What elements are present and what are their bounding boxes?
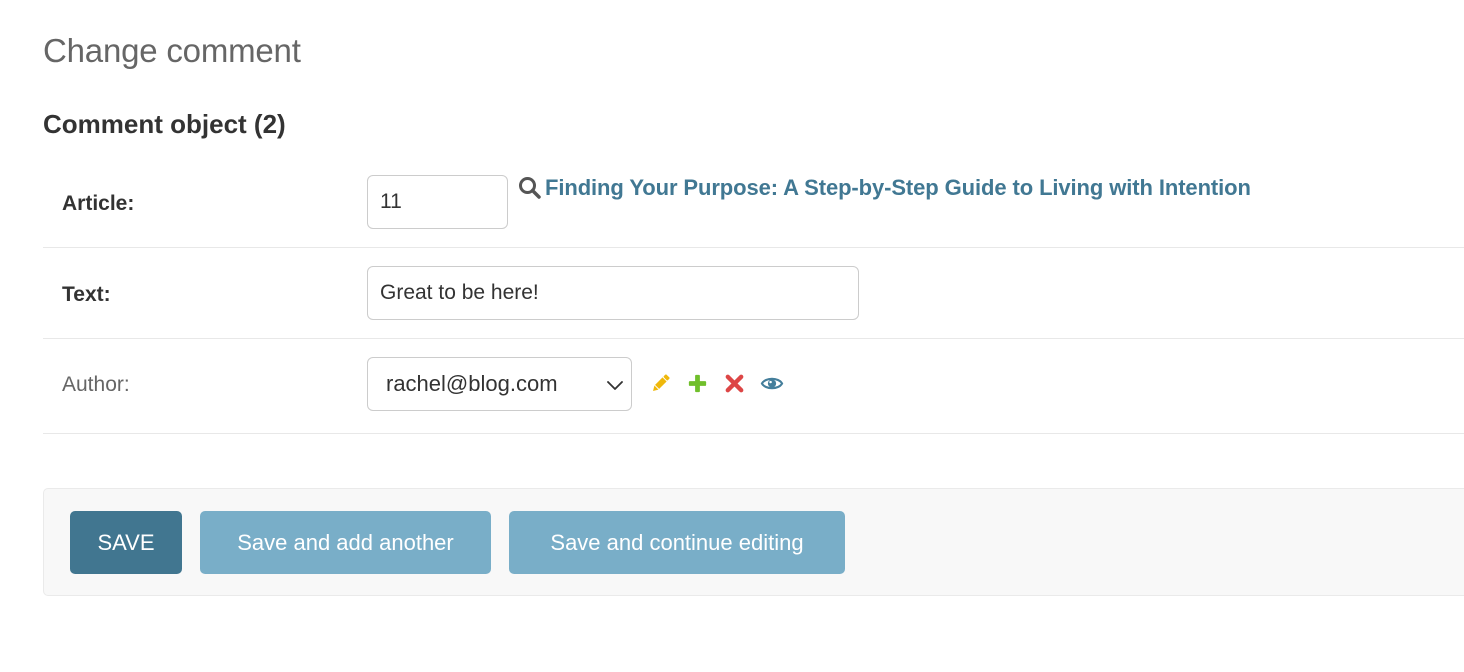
fieldset-title: Comment object (2) [43,109,286,139]
text-input[interactable] [367,266,859,320]
author-select[interactable]: rachel@blog.com [367,357,632,411]
chevron-down-icon [605,375,625,395]
form-row-article: Article: Finding Your Purpose: A Step-by… [43,160,1464,248]
text-label: Text: [62,283,111,306]
author-label: Author: [62,373,130,396]
save-button[interactable]: SAVE [70,511,182,574]
page-title: Change comment [43,32,301,69]
pencil-icon[interactable] [649,372,672,395]
plus-icon[interactable] [686,372,709,395]
form-row-text: Text: [43,248,1464,339]
author-related-actions [649,372,784,395]
article-label: Article: [62,192,135,215]
submit-row: SAVE Save and add another Save and conti… [43,488,1464,596]
author-select-value: rachel@blog.com [386,371,558,396]
form-row-author: Author: rachel@blog.com [43,339,1464,434]
x-icon[interactable] [723,372,746,395]
related-article-link[interactable]: Finding Your Purpose: A Step-by-Step Gui… [545,175,1251,201]
article-id-input[interactable] [367,175,508,229]
search-icon[interactable] [517,175,543,201]
save-and-continue-editing-button[interactable]: Save and continue editing [509,511,845,574]
eye-icon[interactable] [760,372,784,395]
article-lookup: Finding Your Purpose: A Step-by-Step Gui… [517,175,1251,201]
save-and-add-another-button[interactable]: Save and add another [200,511,491,574]
